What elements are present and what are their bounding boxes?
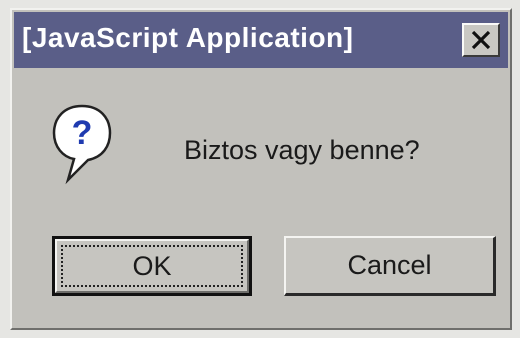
cancel-button[interactable]: Cancel bbox=[284, 236, 496, 296]
svg-text:?: ? bbox=[72, 114, 93, 152]
ok-button-label: OK bbox=[132, 251, 172, 281]
title-bar[interactable]: [JavaScript Application] bbox=[14, 12, 508, 68]
cancel-button-label: Cancel bbox=[347, 250, 432, 280]
confirm-dialog: [JavaScript Application] ? Biztos vagy b… bbox=[10, 8, 512, 330]
dialog-message: Biztos vagy benne? bbox=[184, 135, 420, 165]
question-icon: ? bbox=[52, 104, 112, 185]
close-button[interactable] bbox=[462, 23, 500, 57]
window-title: [JavaScript Application] bbox=[22, 22, 354, 53]
close-icon bbox=[471, 30, 491, 50]
ok-button[interactable]: OK bbox=[52, 236, 252, 296]
